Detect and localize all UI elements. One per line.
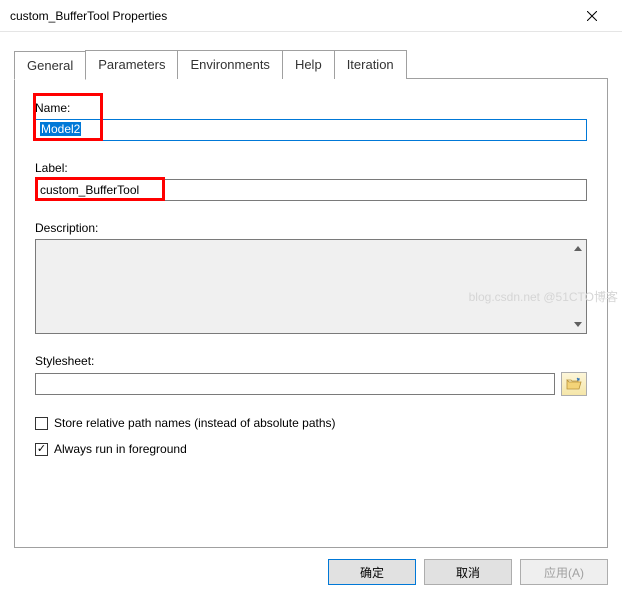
tab-parameters[interactable]: Parameters: [85, 50, 178, 79]
scroll-down-icon[interactable]: [569, 316, 586, 333]
window-title: custom_BufferTool Properties: [10, 9, 569, 23]
name-label: Name:: [35, 101, 587, 115]
close-button[interactable]: [569, 2, 614, 30]
tab-general[interactable]: General: [14, 51, 86, 80]
cancel-button[interactable]: 取消: [424, 559, 512, 585]
stylesheet-label: Stylesheet:: [35, 354, 587, 368]
description-label: Description:: [35, 221, 587, 235]
label-input[interactable]: [35, 179, 587, 201]
foreground-checkbox[interactable]: ✓: [35, 443, 48, 456]
dialog-buttons: 确定 取消 应用(A): [0, 549, 622, 585]
tab-iteration[interactable]: Iteration: [334, 50, 407, 79]
label-label: Label:: [35, 161, 587, 175]
relative-paths-label: Store relative path names (instead of ab…: [54, 416, 336, 430]
relative-paths-checkbox[interactable]: [35, 417, 48, 430]
folder-open-icon: [566, 377, 582, 391]
tab-environments[interactable]: Environments: [177, 50, 282, 79]
apply-button: 应用(A): [520, 559, 608, 585]
stylesheet-input[interactable]: [35, 373, 555, 395]
close-icon: [587, 11, 597, 21]
browse-button[interactable]: [561, 372, 587, 396]
foreground-label: Always run in foreground: [54, 442, 187, 456]
tab-bar: General Parameters Environments Help Ite…: [14, 50, 622, 79]
tab-help[interactable]: Help: [282, 50, 335, 79]
watermark-text: blog.csdn.net @51CTO博客: [469, 288, 618, 305]
general-panel: Name: Model2 Label: Description: Stylesh…: [14, 78, 608, 548]
ok-button[interactable]: 确定: [328, 559, 416, 585]
name-input[interactable]: Model2: [35, 119, 587, 141]
checkmark-icon: ✓: [37, 444, 46, 455]
description-scrollbar[interactable]: [569, 240, 586, 333]
description-textarea[interactable]: [35, 239, 587, 334]
scroll-up-icon[interactable]: [569, 240, 586, 257]
